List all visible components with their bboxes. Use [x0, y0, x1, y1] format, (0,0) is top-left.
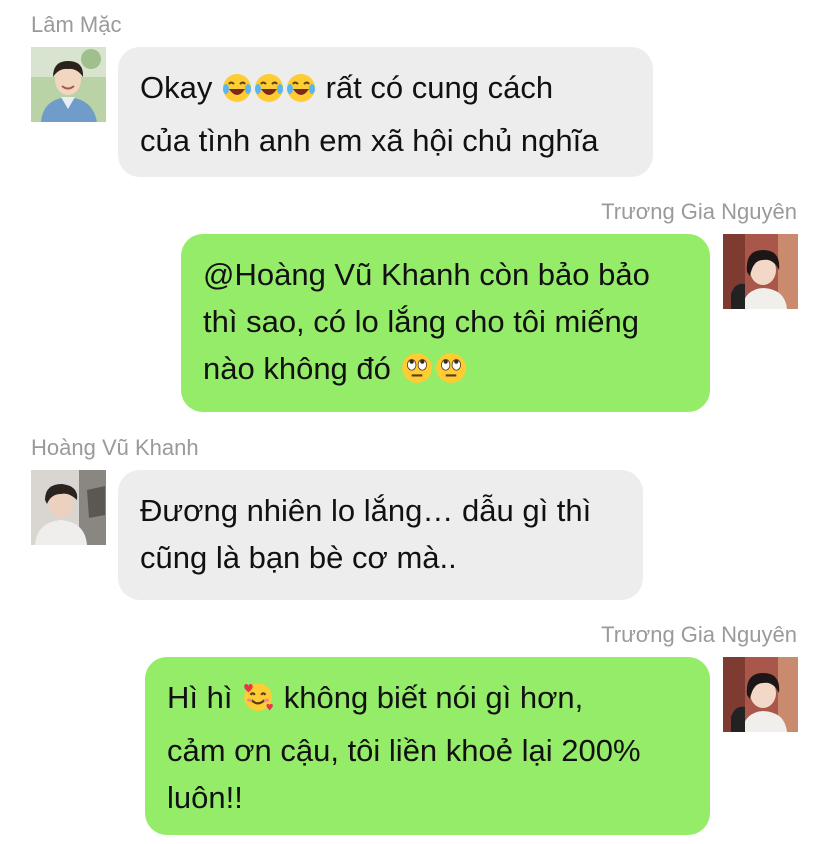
message-line: luôn!! [167, 780, 243, 815]
message-text: không biết nói gì hơn, [283, 680, 584, 715]
avatar[interactable] [723, 657, 798, 732]
message-text: Okay [140, 70, 213, 105]
message-text: Hì hì [167, 680, 233, 715]
avatar[interactable] [31, 470, 106, 545]
tears-of-joy-emoji [253, 70, 285, 117]
young-man-dark-hair-avatar [723, 234, 798, 309]
message-bubble[interactable]: Okay rất có cung cách của tình anh em xã… [118, 47, 653, 177]
message-line: Hì hì không biết nói gì hơn, [167, 674, 688, 727]
message-line: cũng là bạn bè cơ mà.. [140, 540, 457, 575]
message-line: của tình anh em xã hội chủ nghĩa [140, 123, 599, 158]
young-man-denim-jacket-avatar [31, 47, 106, 122]
message-line: Đương nhiên lo lắng… dẫu gì thì [140, 493, 592, 528]
avatar[interactable] [723, 234, 798, 309]
message-line: @Hoàng Vũ Khanh còn bảo bảo [203, 257, 650, 292]
avatar[interactable] [31, 47, 106, 122]
sender-name: Lâm Mặc [31, 12, 122, 37]
sender-name: Trương Gia Nguyên [601, 622, 797, 647]
sender-name: Trương Gia Nguyên [601, 199, 797, 224]
message-bubble[interactable]: Đương nhiên lo lắng… dẫu gì thì cũng là … [118, 470, 643, 600]
message-text: nào không đó [203, 351, 391, 386]
eye-roll-emoji [434, 351, 468, 398]
message-bubble[interactable]: Hì hì không biết nói gì hơn, cảm ơn cậu,… [145, 657, 710, 835]
message-bubble[interactable]: @Hoàng Vũ Khanh còn bảo bảo thì sao, có … [181, 234, 710, 412]
tears-of-joy-emoji [285, 70, 317, 117]
eye-roll-emoji [400, 351, 434, 398]
message-line: cảm ơn cậu, tôi liền khoẻ lại 200% [167, 733, 641, 768]
message-line: Okay rất có cung cách [140, 64, 631, 117]
young-man-dark-hair-avatar [723, 657, 798, 732]
sender-name: Hoàng Vũ Khanh [31, 435, 199, 460]
tears-of-joy-emoji [221, 70, 253, 117]
message-line: thì sao, có lo lắng cho tôi miếng [203, 304, 639, 339]
young-man-cap-avatar [31, 470, 106, 545]
smiling-face-with-hearts-emoji [241, 680, 275, 727]
message-line: nào không đó [203, 345, 688, 398]
message-text: rất có cung cách [325, 70, 554, 105]
